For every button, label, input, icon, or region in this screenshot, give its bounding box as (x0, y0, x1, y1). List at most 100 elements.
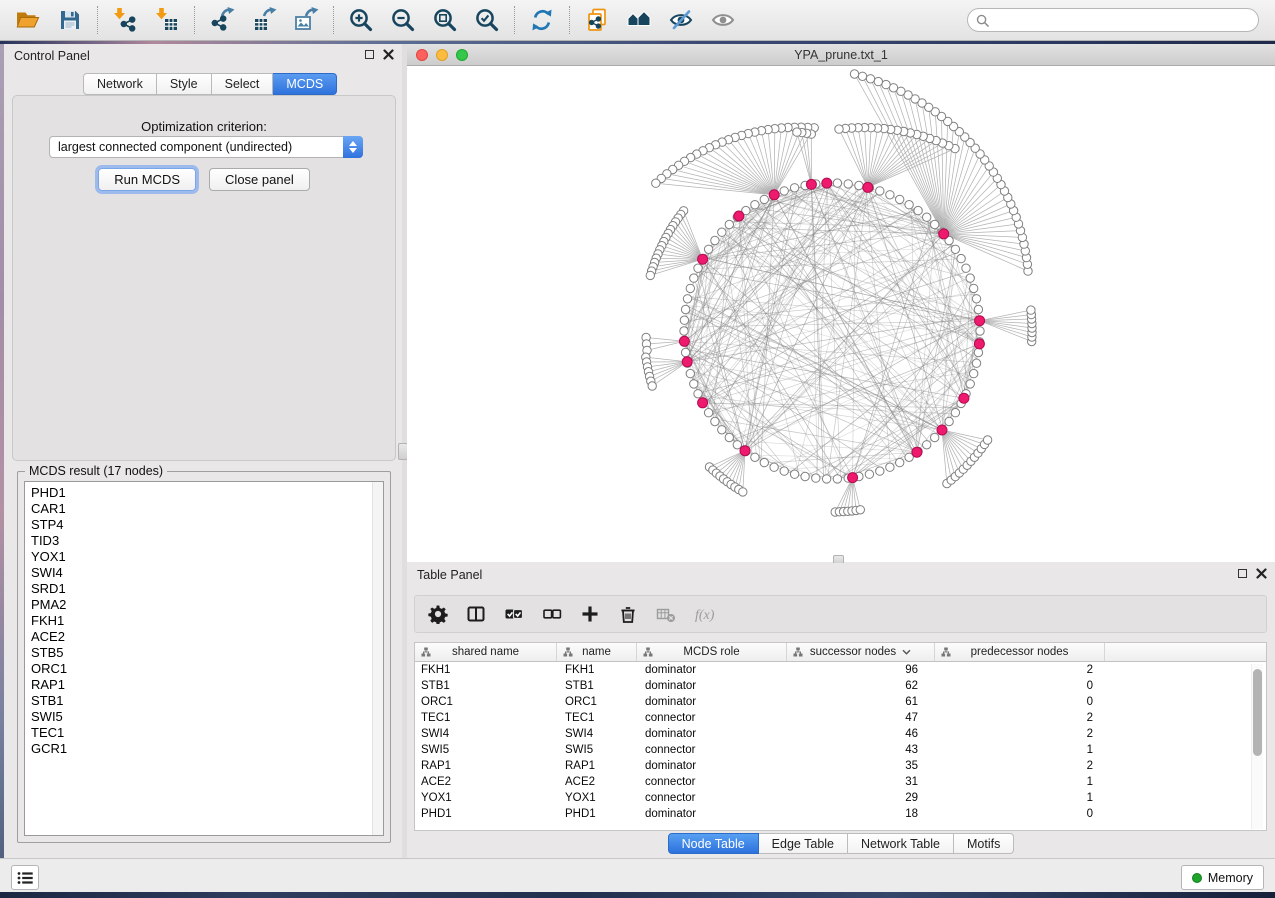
deselect-all-icon (542, 604, 562, 624)
mcds-result-item[interactable]: ACE2 (25, 629, 383, 645)
add-column-button[interactable] (576, 600, 604, 628)
tab-edge-table[interactable]: Edge Table (759, 833, 848, 854)
tab-mcds[interactable]: MCDS (273, 73, 337, 95)
zoom-fit-button[interactable] (427, 3, 463, 37)
float-table-panel-icon[interactable] (1238, 569, 1247, 578)
toolbar-separator (514, 6, 515, 34)
tab-network[interactable]: Network (83, 73, 157, 95)
table-row[interactable]: TEC1TEC1connector472 (415, 710, 1266, 726)
window-zoom-light[interactable] (456, 49, 468, 61)
zoom-in-button[interactable] (343, 3, 379, 37)
column-header-successor-nodes[interactable]: successor nodes (787, 643, 935, 661)
network-window: YPA_prune.txt_1 (407, 44, 1275, 563)
hide-selected-button[interactable] (663, 3, 699, 37)
column-header-shared-name[interactable]: shared name (415, 643, 557, 661)
float-panel-icon[interactable] (365, 50, 374, 59)
save-session-icon (57, 7, 83, 33)
export-network-icon (209, 7, 235, 33)
mcds-result-item[interactable]: SRD1 (25, 581, 383, 597)
mcds-result-item[interactable]: CAR1 (25, 501, 383, 517)
mcds-result-item[interactable]: ORC1 (25, 661, 383, 677)
export-network-button[interactable] (204, 3, 240, 37)
table-cell: dominator (637, 728, 787, 740)
select-all-button[interactable] (500, 600, 528, 628)
network-nodes[interactable] (642, 70, 1037, 516)
table-row[interactable]: PHD1PHD1dominator180 (415, 806, 1266, 822)
network-titlebar[interactable]: YPA_prune.txt_1 (407, 44, 1275, 66)
table-cell: STB1 (415, 680, 557, 692)
table-row[interactable]: YOX1YOX1connector291 (415, 790, 1266, 806)
first-neighbors-button[interactable] (621, 3, 657, 37)
table-row[interactable]: ORC1ORC1dominator610 (415, 694, 1266, 710)
memory-button[interactable]: Memory (1181, 865, 1264, 890)
mcds-result-item[interactable]: TID3 (25, 533, 383, 549)
list-icon (17, 871, 33, 885)
mcds-result-list[interactable]: PHD1CAR1STP4TID3YOX1SWI4SRD1PMA2FKH1ACE2… (24, 481, 384, 836)
search-input[interactable] (994, 13, 1250, 27)
deselect-all-button[interactable] (538, 600, 566, 628)
import-table-button[interactable] (149, 3, 185, 37)
save-session-button[interactable] (52, 3, 88, 37)
apply-layout-icon (529, 7, 555, 33)
dropdown-stepper-icon (343, 136, 363, 158)
export-table-button[interactable] (246, 3, 282, 37)
table-row[interactable]: STB1STB1dominator620 (415, 678, 1266, 694)
mcds-result-item[interactable]: PMA2 (25, 597, 383, 613)
search-icon (976, 14, 989, 27)
mcds-result-item[interactable]: YOX1 (25, 549, 383, 565)
mcds-result-item[interactable]: GCR1 (25, 741, 383, 757)
table-scrollbar[interactable] (1251, 664, 1263, 829)
tab-select[interactable]: Select (212, 73, 274, 95)
mcds-result-item[interactable]: SWI4 (25, 565, 383, 581)
mcds-result-item[interactable]: SWI5 (25, 709, 383, 725)
optimization-criterion-select[interactable]: largest connected component (undirected) (49, 136, 363, 158)
window-minimize-light[interactable] (436, 49, 448, 61)
mcds-list-scrollbar[interactable] (372, 482, 383, 835)
table-cell: dominator (637, 664, 787, 676)
tab-motifs[interactable]: Motifs (954, 833, 1014, 854)
network-graph[interactable] (407, 66, 1275, 562)
column-header-MCDS-role[interactable]: MCDS role (637, 643, 787, 661)
table-settings-button[interactable] (424, 600, 452, 628)
column-header-name[interactable]: name (557, 643, 637, 661)
window-close-light[interactable] (416, 49, 428, 61)
table-row[interactable]: ACE2ACE2connector311 (415, 774, 1266, 790)
mcds-result-item[interactable]: PHD1 (25, 485, 383, 501)
mcds-result-item[interactable]: FKH1 (25, 613, 383, 629)
show-columns-button[interactable] (462, 600, 490, 628)
tab-network-table[interactable]: Network Table (848, 833, 954, 854)
tab-node-table[interactable]: Node Table (668, 833, 759, 854)
close-panel-icon[interactable] (383, 49, 394, 60)
task-history-button[interactable] (11, 865, 39, 890)
table-row[interactable]: RAP1RAP1dominator352 (415, 758, 1266, 774)
run-mcds-button[interactable]: Run MCDS (98, 168, 196, 191)
column-header-predecessor-nodes[interactable]: predecessor nodes (935, 643, 1105, 661)
mcds-result-item[interactable]: STB5 (25, 645, 383, 661)
import-network-button[interactable] (107, 3, 143, 37)
open-file-button[interactable] (10, 3, 46, 37)
mcds-result-item[interactable]: STP4 (25, 517, 383, 533)
zoom-out-button[interactable] (385, 3, 421, 37)
mcds-result-item[interactable]: TEC1 (25, 725, 383, 741)
close-table-panel-icon[interactable] (1256, 568, 1267, 579)
mcds-result-item[interactable]: STB1 (25, 693, 383, 709)
network-canvas[interactable] (407, 66, 1275, 562)
delete-column-icon (618, 604, 638, 624)
delete-column-button[interactable] (614, 600, 642, 628)
table-cell: FKH1 (557, 664, 637, 676)
export-image-button[interactable] (288, 3, 324, 37)
table-cell: 1 (935, 792, 1105, 804)
search-box[interactable] (967, 8, 1259, 32)
application-window: Control Panel NetworkStyleSelectMCDS Opt… (0, 0, 1275, 898)
clone-network-button[interactable] (579, 3, 615, 37)
apply-layout-button[interactable] (524, 3, 560, 37)
table-row[interactable]: FKH1FKH1dominator962 (415, 662, 1266, 678)
tab-style[interactable]: Style (157, 73, 212, 95)
mcds-result-item[interactable]: RAP1 (25, 677, 383, 693)
zoom-selected-button[interactable] (469, 3, 505, 37)
table-row[interactable]: SWI4SWI4dominator462 (415, 726, 1266, 742)
table-row[interactable]: SWI5SWI5connector431 (415, 742, 1266, 758)
table-cell: 0 (935, 808, 1105, 820)
close-panel-button[interactable]: Close panel (209, 168, 310, 191)
table-scrollbar-thumb[interactable] (1253, 669, 1262, 756)
